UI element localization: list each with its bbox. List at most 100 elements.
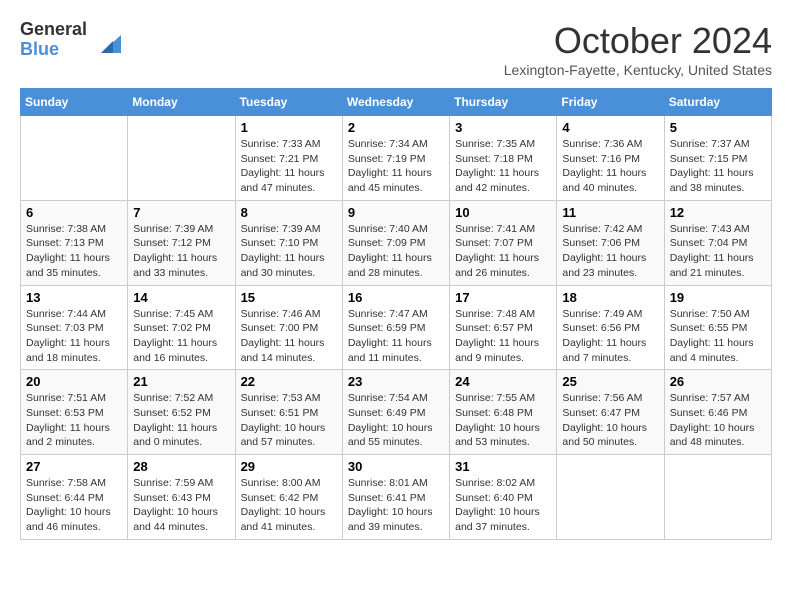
calendar-cell: 12Sunrise: 7:43 AMSunset: 7:04 PMDayligh… bbox=[664, 200, 771, 285]
day-number: 21 bbox=[133, 374, 229, 389]
calendar-cell bbox=[21, 116, 128, 201]
calendar-cell: 29 Sunrise: 8:00 AMSunset: 6:42 PMDayligh… bbox=[235, 455, 342, 540]
location: Lexington-Fayette, Kentucky, United Stat… bbox=[504, 62, 772, 78]
day-info: Sunrise: 7:40 AMSunset: 7:09 PMDaylight:… bbox=[348, 222, 444, 281]
logo-icon bbox=[91, 25, 121, 55]
calendar-cell: 6 Sunrise: 7:38 AMSunset: 7:13 PMDaylight… bbox=[21, 200, 128, 285]
page-header: General Blue October 2024 Lexington-Faye… bbox=[20, 20, 772, 78]
day-number: 3 bbox=[455, 120, 551, 135]
calendar-cell: 13 Sunrise: 7:44 AMSunset: 7:03 PMDayligh… bbox=[21, 285, 128, 370]
day-number: 12 bbox=[670, 205, 766, 220]
day-info: Sunrise: 7:50 AMSunset: 6:55 PMDaylight:… bbox=[670, 307, 766, 366]
day-number: 17 bbox=[455, 290, 551, 305]
day-info: Sunrise: 8:02 AMSunset: 6:40 PMDaylight:… bbox=[455, 476, 551, 535]
calendar-cell: 2Sunrise: 7:34 AMSunset: 7:19 PMDaylight… bbox=[342, 116, 449, 201]
day-info: Sunrise: 7:46 AMSunset: 7:00 PMDaylight:… bbox=[241, 307, 337, 366]
day-info: Sunrise: 7:48 AMSunset: 6:57 PMDaylight:… bbox=[455, 307, 551, 366]
calendar-cell: 1Sunrise: 7:33 AMSunset: 7:21 PMDaylight… bbox=[235, 116, 342, 201]
calendar-cell: 14 Sunrise: 7:45 AMSunset: 7:02 PMDayligh… bbox=[128, 285, 235, 370]
calendar-cell: 28 Sunrise: 7:59 AMSunset: 6:43 PMDayligh… bbox=[128, 455, 235, 540]
day-number: 29 bbox=[241, 459, 337, 474]
day-of-week-header: Tuesday bbox=[235, 89, 342, 116]
month-title: October 2024 bbox=[504, 20, 772, 62]
day-number: 6 bbox=[26, 205, 122, 220]
day-number: 27 bbox=[26, 459, 122, 474]
day-info: Sunrise: 7:37 AMSunset: 7:15 PMDaylight:… bbox=[670, 137, 766, 196]
day-number: 24 bbox=[455, 374, 551, 389]
calendar-cell: 16 Sunrise: 7:47 AMSunset: 6:59 PMDayligh… bbox=[342, 285, 449, 370]
day-number: 19 bbox=[670, 290, 766, 305]
calendar-cell: 23 Sunrise: 7:54 AMSunset: 6:49 PMDayligh… bbox=[342, 370, 449, 455]
logo-text: General Blue bbox=[20, 20, 87, 60]
day-number: 18 bbox=[562, 290, 658, 305]
calendar-cell: 4 Sunrise: 7:36 AMSunset: 7:16 PMDaylight… bbox=[557, 116, 664, 201]
day-info: Sunrise: 7:39 AMSunset: 7:10 PMDaylight:… bbox=[241, 222, 337, 281]
calendar-cell: 15 Sunrise: 7:46 AMSunset: 7:00 PMDayligh… bbox=[235, 285, 342, 370]
day-info: Sunrise: 7:45 AMSunset: 7:02 PMDaylight:… bbox=[133, 307, 229, 366]
calendar-cell: 25Sunrise: 7:56 AMSunset: 6:47 PMDayligh… bbox=[557, 370, 664, 455]
day-number: 22 bbox=[241, 374, 337, 389]
day-of-week-header: Sunday bbox=[21, 89, 128, 116]
day-info: Sunrise: 7:36 AMSunset: 7:16 PMDaylight:… bbox=[562, 137, 658, 196]
day-number: 20 bbox=[26, 374, 122, 389]
day-of-week-header: Monday bbox=[128, 89, 235, 116]
day-info: Sunrise: 8:00 AMSunset: 6:42 PMDaylight:… bbox=[241, 476, 337, 535]
calendar-cell bbox=[557, 455, 664, 540]
calendar-cell: 3 Sunrise: 7:35 AMSunset: 7:18 PMDaylight… bbox=[450, 116, 557, 201]
day-info: Sunrise: 7:47 AMSunset: 6:59 PMDaylight:… bbox=[348, 307, 444, 366]
calendar-header: SundayMondayTuesdayWednesdayThursdayFrid… bbox=[21, 89, 772, 116]
calendar-cell: 17 Sunrise: 7:48 AMSunset: 6:57 PMDayligh… bbox=[450, 285, 557, 370]
day-info: Sunrise: 7:35 AMSunset: 7:18 PMDaylight:… bbox=[455, 137, 551, 196]
day-number: 13 bbox=[26, 290, 122, 305]
day-info: Sunrise: 7:58 AMSunset: 6:44 PMDaylight:… bbox=[26, 476, 122, 535]
calendar-cell bbox=[128, 116, 235, 201]
calendar-cell: 8 Sunrise: 7:39 AMSunset: 7:10 PMDaylight… bbox=[235, 200, 342, 285]
day-number: 31 bbox=[455, 459, 551, 474]
day-number: 15 bbox=[241, 290, 337, 305]
day-number: 25 bbox=[562, 374, 658, 389]
day-number: 30 bbox=[348, 459, 444, 474]
day-number: 11 bbox=[562, 205, 658, 220]
day-info: Sunrise: 7:51 AMSunset: 6:53 PMDaylight:… bbox=[26, 391, 122, 450]
day-info: Sunrise: 7:38 AMSunset: 7:13 PMDaylight:… bbox=[26, 222, 122, 281]
calendar-cell: 26 Sunrise: 7:57 AMSunset: 6:46 PMDayligh… bbox=[664, 370, 771, 455]
day-of-week-header: Wednesday bbox=[342, 89, 449, 116]
calendar-body: 1Sunrise: 7:33 AMSunset: 7:21 PMDaylight… bbox=[21, 116, 772, 540]
day-number: 10 bbox=[455, 205, 551, 220]
day-of-week-header: Saturday bbox=[664, 89, 771, 116]
calendar-cell: 30 Sunrise: 8:01 AMSunset: 6:41 PMDayligh… bbox=[342, 455, 449, 540]
day-info: Sunrise: 7:39 AMSunset: 7:12 PMDaylight:… bbox=[133, 222, 229, 281]
logo: General Blue bbox=[20, 20, 121, 60]
day-number: 26 bbox=[670, 374, 766, 389]
calendar-cell: 27 Sunrise: 7:58 AMSunset: 6:44 PMDayligh… bbox=[21, 455, 128, 540]
day-number: 16 bbox=[348, 290, 444, 305]
day-info: Sunrise: 7:42 AMSunset: 7:06 PMDaylight:… bbox=[562, 222, 658, 281]
day-of-week-header: Friday bbox=[557, 89, 664, 116]
calendar-cell: 18 Sunrise: 7:49 AMSunset: 6:56 PMDayligh… bbox=[557, 285, 664, 370]
day-info: Sunrise: 7:57 AMSunset: 6:46 PMDaylight:… bbox=[670, 391, 766, 450]
day-info: Sunrise: 7:59 AMSunset: 6:43 PMDaylight:… bbox=[133, 476, 229, 535]
day-info: Sunrise: 7:53 AMSunset: 6:51 PMDaylight:… bbox=[241, 391, 337, 450]
day-number: 23 bbox=[348, 374, 444, 389]
day-info: Sunrise: 7:49 AMSunset: 6:56 PMDaylight:… bbox=[562, 307, 658, 366]
day-info: Sunrise: 7:54 AMSunset: 6:49 PMDaylight:… bbox=[348, 391, 444, 450]
day-number: 4 bbox=[562, 120, 658, 135]
day-number: 9 bbox=[348, 205, 444, 220]
calendar-cell: 9 Sunrise: 7:40 AMSunset: 7:09 PMDaylight… bbox=[342, 200, 449, 285]
calendar-cell: 5Sunrise: 7:37 AMSunset: 7:15 PMDaylight… bbox=[664, 116, 771, 201]
day-number: 1 bbox=[241, 120, 337, 135]
calendar-cell: 7Sunrise: 7:39 AMSunset: 7:12 PMDaylight… bbox=[128, 200, 235, 285]
day-info: Sunrise: 7:44 AMSunset: 7:03 PMDaylight:… bbox=[26, 307, 122, 366]
calendar-cell: 24Sunrise: 7:55 AMSunset: 6:48 PMDayligh… bbox=[450, 370, 557, 455]
calendar-cell: 21Sunrise: 7:52 AMSunset: 6:52 PMDayligh… bbox=[128, 370, 235, 455]
day-info: Sunrise: 8:01 AMSunset: 6:41 PMDaylight:… bbox=[348, 476, 444, 535]
calendar-cell: 31 Sunrise: 8:02 AMSunset: 6:40 PMDayligh… bbox=[450, 455, 557, 540]
day-info: Sunrise: 7:41 AMSunset: 7:07 PMDaylight:… bbox=[455, 222, 551, 281]
logo-line2: Blue bbox=[20, 40, 87, 60]
logo-line1: General bbox=[20, 20, 87, 40]
day-number: 8 bbox=[241, 205, 337, 220]
day-of-week-header: Thursday bbox=[450, 89, 557, 116]
calendar-cell: 10 Sunrise: 7:41 AMSunset: 7:07 PMDayligh… bbox=[450, 200, 557, 285]
day-number: 14 bbox=[133, 290, 229, 305]
day-number: 28 bbox=[133, 459, 229, 474]
